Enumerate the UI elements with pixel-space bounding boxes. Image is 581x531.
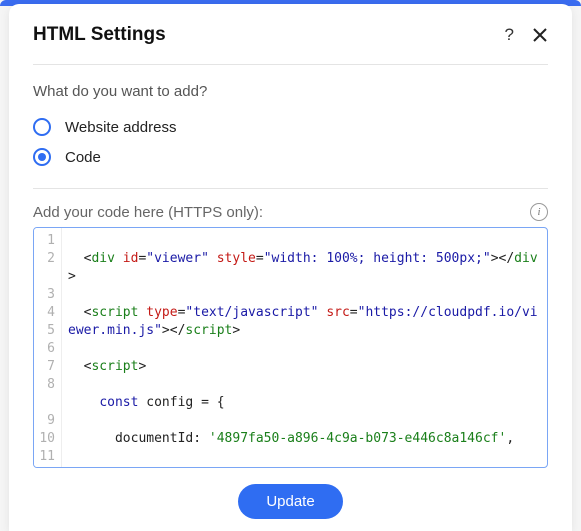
code-content[interactable]: <div id="viewer" style="width: 100%; hei…	[62, 228, 547, 467]
modal-title: HTML Settings	[33, 24, 166, 46]
update-button[interactable]: Update	[238, 484, 342, 519]
radio-label: Code	[65, 149, 101, 166]
info-icon[interactable]: i	[530, 203, 548, 221]
code-input-label: Add your code here (HTTPS only):	[33, 204, 263, 221]
add-type-radio-group: Website address Code	[33, 112, 548, 189]
modal-header: HTML Settings ?	[33, 24, 548, 65]
close-icon[interactable]	[532, 27, 548, 43]
code-editor[interactable]: 1 2 3 4 5 6 7 8 9 10 11 <div id="viewer"…	[33, 227, 548, 468]
radio-code[interactable]: Code	[33, 142, 548, 172]
add-prompt: What do you want to add?	[33, 83, 548, 100]
line-gutter: 1 2 3 4 5 6 7 8 9 10 11	[34, 228, 62, 467]
header-actions: ?	[505, 25, 548, 45]
html-settings-modal: HTML Settings ? What do you want to add?…	[9, 4, 572, 531]
code-label-row: Add your code here (HTTPS only): i	[33, 203, 548, 221]
radio-website-address[interactable]: Website address	[33, 112, 548, 142]
action-row: Update	[33, 484, 548, 519]
help-icon[interactable]: ?	[505, 25, 514, 45]
radio-indicator	[33, 118, 51, 136]
radio-label: Website address	[65, 119, 176, 136]
radio-indicator	[33, 148, 51, 166]
